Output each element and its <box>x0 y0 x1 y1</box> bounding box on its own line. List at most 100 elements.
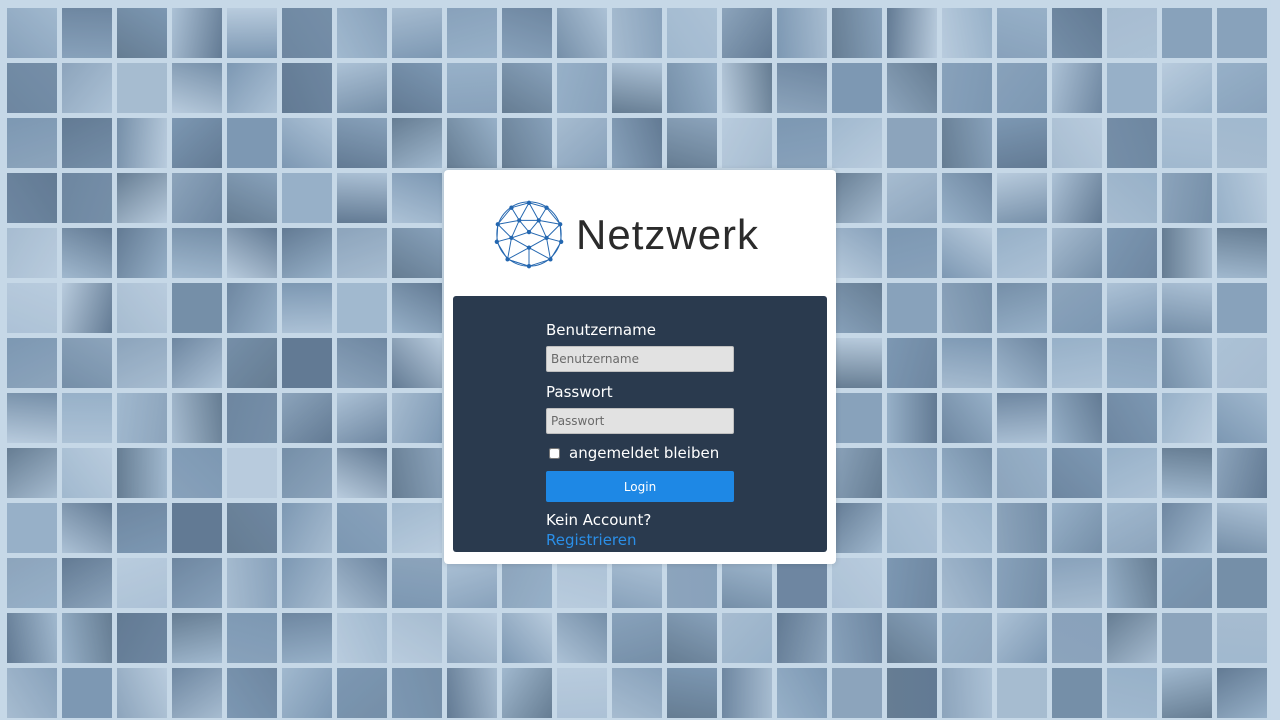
mosaic-photo-tile <box>1052 668 1102 718</box>
mosaic-photo-tile <box>1217 558 1267 608</box>
mosaic-photo-tile <box>777 613 827 663</box>
mosaic-photo-tile <box>7 393 57 443</box>
mosaic-photo-tile <box>887 8 937 58</box>
mosaic-photo-tile <box>777 8 827 58</box>
mosaic-photo-tile <box>777 63 827 113</box>
mosaic-photo-tile <box>997 503 1047 553</box>
mosaic-photo-tile <box>227 118 277 168</box>
mosaic-photo-tile <box>1217 668 1267 718</box>
remember-me-label[interactable]: angemeldet bleiben <box>569 443 719 463</box>
mosaic-photo-tile <box>227 63 277 113</box>
mosaic-photo-tile <box>832 8 882 58</box>
mosaic-photo-tile <box>832 558 882 608</box>
mosaic-photo-tile <box>337 173 387 223</box>
mosaic-photo-tile <box>887 448 937 498</box>
mosaic-photo-tile <box>1107 338 1157 388</box>
mosaic-photo-tile <box>282 668 332 718</box>
mosaic-photo-tile <box>1052 8 1102 58</box>
password-input[interactable] <box>546 408 734 434</box>
username-label: Benutzername <box>546 321 656 339</box>
remember-me-checkbox[interactable] <box>549 447 560 459</box>
mosaic-photo-tile <box>117 613 167 663</box>
mosaic-photo-tile <box>227 173 277 223</box>
mosaic-photo-tile <box>447 668 497 718</box>
mosaic-photo-tile <box>942 613 992 663</box>
mosaic-photo-tile <box>942 63 992 113</box>
mosaic-photo-tile <box>722 668 772 718</box>
network-sphere-icon <box>494 200 564 269</box>
login-form: Benutzername Passwort angemeldet bleiben… <box>546 320 734 550</box>
mosaic-photo-tile <box>447 613 497 663</box>
mosaic-photo-tile <box>1217 283 1267 333</box>
mosaic-photo-tile <box>887 613 937 663</box>
mosaic-photo-tile <box>722 558 772 608</box>
mosaic-photo-tile <box>392 668 442 718</box>
mosaic-photo-tile <box>1052 283 1102 333</box>
mosaic-photo-tile <box>117 8 167 58</box>
mosaic-photo-tile <box>502 8 552 58</box>
mosaic-photo-tile <box>887 118 937 168</box>
mosaic-photo-tile <box>557 8 607 58</box>
mosaic-photo-tile <box>282 448 332 498</box>
mosaic-photo-tile <box>832 118 882 168</box>
mosaic-photo-tile <box>117 668 167 718</box>
mosaic-photo-tile <box>172 558 222 608</box>
mosaic-photo-tile <box>282 338 332 388</box>
mosaic-photo-tile <box>1052 118 1102 168</box>
mosaic-photo-tile <box>337 283 387 333</box>
mosaic-photo-tile <box>942 448 992 498</box>
mosaic-photo-tile <box>337 63 387 113</box>
mosaic-photo-tile <box>612 613 662 663</box>
mosaic-photo-tile <box>832 63 882 113</box>
mosaic-photo-tile <box>832 448 882 498</box>
mosaic-photo-tile <box>392 8 442 58</box>
mosaic-photo-tile <box>942 503 992 553</box>
mosaic-photo-tile <box>337 118 387 168</box>
mosaic-photo-tile <box>887 338 937 388</box>
mosaic-photo-tile <box>942 228 992 278</box>
mosaic-photo-tile <box>282 393 332 443</box>
mosaic-photo-tile <box>1217 118 1267 168</box>
mosaic-photo-tile <box>1052 173 1102 223</box>
mosaic-photo-tile <box>1217 613 1267 663</box>
register-link[interactable]: Registrieren <box>546 531 637 549</box>
mosaic-photo-tile <box>337 338 387 388</box>
mosaic-photo-tile <box>942 118 992 168</box>
mosaic-photo-tile <box>1162 613 1212 663</box>
mosaic-photo-tile <box>942 393 992 443</box>
mosaic-photo-tile <box>502 613 552 663</box>
mosaic-photo-tile <box>1107 283 1157 333</box>
mosaic-photo-tile <box>392 228 442 278</box>
login-button[interactable]: Login <box>546 471 734 502</box>
mosaic-photo-tile <box>1107 558 1157 608</box>
mosaic-photo-tile <box>1217 8 1267 58</box>
mosaic-photo-tile <box>282 8 332 58</box>
mosaic-photo-tile <box>62 63 112 113</box>
mosaic-photo-tile <box>1052 558 1102 608</box>
mosaic-photo-tile <box>667 613 717 663</box>
mosaic-photo-tile <box>557 558 607 608</box>
brand-logo: Netzwerk <box>490 198 790 270</box>
mosaic-photo-tile <box>887 283 937 333</box>
mosaic-photo-tile <box>1052 63 1102 113</box>
mosaic-photo-tile <box>117 448 167 498</box>
mosaic-photo-tile <box>62 613 112 663</box>
mosaic-photo-tile <box>1107 613 1157 663</box>
mosaic-photo-tile <box>62 118 112 168</box>
mosaic-photo-tile <box>117 228 167 278</box>
mosaic-photo-tile <box>997 173 1047 223</box>
mosaic-photo-tile <box>392 118 442 168</box>
username-input[interactable] <box>546 346 734 372</box>
mosaic-photo-tile <box>1107 448 1157 498</box>
mosaic-photo-tile <box>7 613 57 663</box>
mosaic-photo-tile <box>557 613 607 663</box>
mosaic-photo-tile <box>282 613 332 663</box>
login-panel: Benutzername Passwort angemeldet bleiben… <box>453 296 827 552</box>
mosaic-photo-tile <box>172 173 222 223</box>
mosaic-photo-tile <box>7 558 57 608</box>
mosaic-photo-tile <box>997 668 1047 718</box>
mosaic-photo-tile <box>1107 503 1157 553</box>
mosaic-photo-tile <box>1217 338 1267 388</box>
mosaic-photo-tile <box>7 668 57 718</box>
mosaic-photo-tile <box>447 558 497 608</box>
